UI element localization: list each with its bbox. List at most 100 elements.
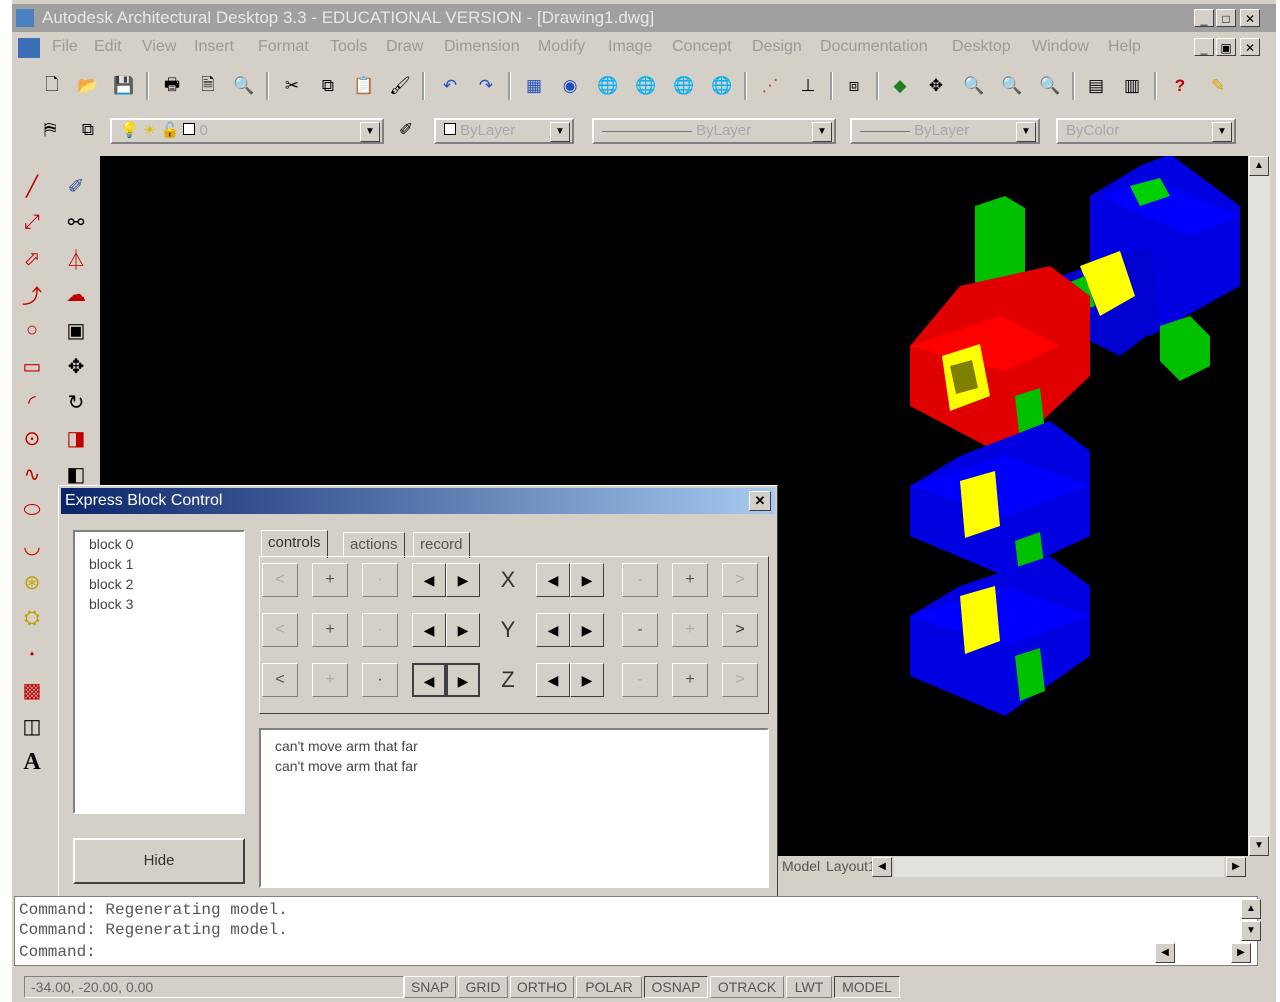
z-move-right-button[interactable]: ▶ (570, 663, 604, 697)
rotate-icon[interactable]: ↻ (62, 388, 90, 416)
scale-icon[interactable]: ◨ (62, 424, 90, 452)
command-scroll-up-button[interactable]: ▲ (1241, 899, 1261, 919)
command-scroll-left-button[interactable]: ◀ (1155, 943, 1175, 963)
x-move-right-button[interactable]: ▶ (570, 563, 604, 597)
command-window[interactable]: Command: Regenerating model. Command: Re… (14, 896, 1261, 966)
menu-view[interactable]: View (142, 38, 176, 56)
list-item[interactable]: block 3 (89, 596, 133, 612)
lineweight-dropdown[interactable]: ByLayer ▼ (850, 118, 1040, 144)
chevron-down-icon[interactable]: ▼ (550, 122, 570, 142)
doc-minimize-button[interactable]: _ (1194, 38, 1214, 56)
tab-actions[interactable]: actions (343, 532, 405, 558)
z-rotate-right-button[interactable]: ▶ (446, 663, 480, 697)
mirror-icon[interactable]: ⏃ (62, 244, 90, 272)
ucs-icon[interactable]: ⊥ (794, 72, 822, 100)
open-icon[interactable]: 📂 (74, 72, 102, 100)
aerial-view-icon[interactable]: ⧈ (840, 72, 868, 100)
tool-palette-icon[interactable]: ▥ (1118, 72, 1146, 100)
line-icon[interactable]: ╱ (18, 172, 46, 200)
menu-design[interactable]: Design (752, 38, 802, 56)
document-icon[interactable] (18, 38, 40, 58)
z-coarse-forward-button[interactable]: > (722, 663, 758, 697)
list-item[interactable]: block 1 (89, 556, 133, 572)
menu-documentation[interactable]: Documentation (820, 38, 928, 56)
z-coarse-back-button[interactable]: < (262, 663, 298, 697)
z-rotate-left-button[interactable]: ◀ (412, 663, 446, 697)
z-minus-button[interactable]: - (622, 663, 658, 697)
region-icon[interactable]: ◫ (18, 712, 46, 740)
minimize-button[interactable]: _ (1194, 9, 1214, 27)
zoom-previous-icon[interactable]: 🔍 (998, 72, 1026, 100)
globe-icon[interactable]: 🌐 (594, 72, 622, 100)
save-icon[interactable]: 💾 (110, 72, 138, 100)
layer-dropdown[interactable]: 💡 ☀ 🔓 0 ▼ (110, 118, 384, 144)
y-move-left-button[interactable]: ◀ (536, 613, 570, 647)
point-icon[interactable]: • (18, 640, 46, 668)
y-plus-right-button[interactable]: + (672, 613, 708, 647)
spline-icon[interactable]: ∿ (18, 460, 46, 488)
undo-icon[interactable]: ↶ (436, 72, 464, 100)
stretch-icon[interactable]: ◧ (62, 460, 90, 488)
x-plus-button[interactable]: + (312, 563, 348, 597)
polar-toggle[interactable]: POLAR (576, 976, 642, 998)
menu-window[interactable]: Window (1032, 38, 1089, 56)
print-preview-icon[interactable]: 🗎 (194, 72, 222, 100)
construction-line-icon[interactable]: ⤢ (18, 208, 46, 236)
menu-format[interactable]: Format (258, 38, 309, 56)
scroll-down-button[interactable]: ▼ (1249, 836, 1269, 856)
zoom-extents-icon[interactable]: 🔍 (1036, 72, 1064, 100)
y-rotate-right-button[interactable]: ▶ (446, 613, 480, 647)
tab-record[interactable]: record (413, 532, 470, 558)
make-layer-current-icon[interactable]: ✐ (392, 116, 420, 144)
new-icon[interactable]: 🗋 (38, 72, 66, 100)
copy-icon[interactable]: ⧉ (314, 72, 342, 100)
osnap-toggle[interactable]: OSNAP (644, 976, 708, 998)
menu-concept[interactable]: Concept (672, 38, 732, 56)
z-dot-button[interactable]: · (362, 663, 398, 697)
find-icon[interactable]: 🔍 (230, 72, 258, 100)
paste-icon[interactable]: 📋 (350, 72, 378, 100)
x-move-left-button[interactable]: ◀ (536, 563, 570, 597)
menu-image[interactable]: Image (608, 38, 652, 56)
y-coarse-back-button[interactable]: < (262, 613, 298, 647)
scroll-left-button[interactable]: ◀ (872, 857, 892, 877)
make-block-icon[interactable]: ⛭ (18, 604, 46, 632)
command-prompt[interactable]: Command: (19, 943, 96, 961)
redo-icon[interactable]: ↷ (472, 72, 500, 100)
tab-layout1[interactable]: Layout1 (826, 858, 876, 874)
hide-button[interactable]: Hide (73, 838, 245, 884)
y-coarse-forward-button[interactable]: > (722, 613, 758, 647)
browse-icon[interactable]: 🌐 (708, 72, 736, 100)
list-item[interactable]: block 0 (89, 536, 133, 552)
x-minus-button[interactable]: - (622, 563, 658, 597)
list-item[interactable]: block 2 (89, 576, 133, 592)
chevron-down-icon[interactable]: ▼ (1016, 122, 1036, 142)
cut-icon[interactable]: ✂ (278, 72, 306, 100)
menu-dimension[interactable]: Dimension (444, 38, 520, 56)
y-move-right-button[interactable]: ▶ (570, 613, 604, 647)
chevron-down-icon[interactable]: ▼ (1212, 122, 1232, 142)
model-toggle[interactable]: MODEL (834, 976, 900, 998)
help-icon[interactable]: ? (1166, 72, 1194, 100)
z-plus-right-button[interactable]: + (672, 663, 708, 697)
scroll-right-button[interactable]: ▶ (1226, 857, 1246, 877)
close-button[interactable]: ✕ (1240, 9, 1260, 27)
color-dropdown[interactable]: ByLayer ▼ (434, 118, 574, 144)
scroll-up-button[interactable]: ▲ (1249, 156, 1269, 176)
circle-icon[interactable]: ○ (18, 316, 46, 344)
maximize-button[interactable]: □ (1216, 9, 1236, 27)
doc-close-button[interactable]: ✕ (1240, 38, 1260, 56)
copy-object-icon[interactable]: ⚯ (62, 208, 90, 236)
block-list[interactable]: block 0 block 1 block 2 block 3 (73, 530, 245, 814)
menu-draw[interactable]: Draw (386, 38, 423, 56)
x-coarse-forward-button[interactable]: > (722, 563, 758, 597)
insert-block-icon[interactable]: ⊛ (18, 568, 46, 596)
menu-desktop[interactable]: Desktop (952, 38, 1011, 56)
z-move-left-button[interactable]: ◀ (536, 663, 570, 697)
ellipse-arc-icon[interactable]: ◡ (18, 532, 46, 560)
arc-icon[interactable]: ◜ (18, 388, 46, 416)
design-center-icon[interactable]: ▦ (520, 72, 548, 100)
menu-modify[interactable]: Modify (538, 38, 585, 56)
layer-previous-icon[interactable]: ⧉ (74, 116, 102, 144)
y-rotate-left-button[interactable]: ◀ (412, 613, 446, 647)
